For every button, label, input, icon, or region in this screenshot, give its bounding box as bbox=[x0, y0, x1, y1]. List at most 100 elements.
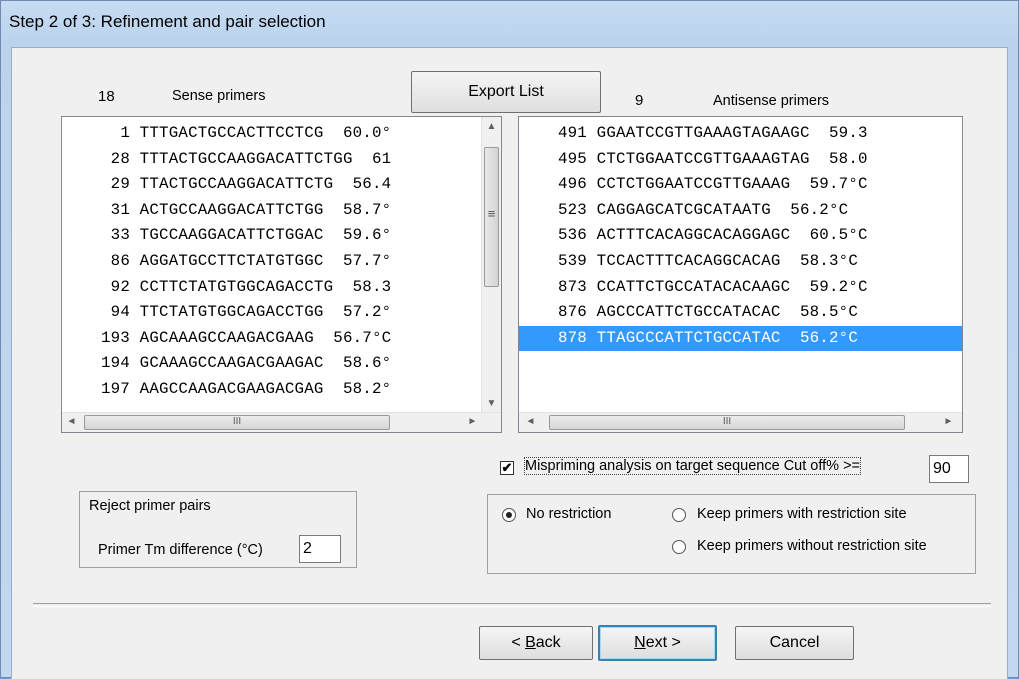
primer-sequence-tm: CAGGAGCATCGCATAATG 56.2°C bbox=[587, 200, 849, 219]
primer-position: 94 bbox=[110, 303, 130, 322]
dialog-window: Step 2 of 3: Refinement and pair selecti… bbox=[0, 0, 1019, 679]
primer-sequence-tm: TTCTATGTGGCAGACCTGG 57.2° bbox=[130, 303, 392, 322]
back-button[interactable]: < Back bbox=[479, 626, 593, 660]
next-button[interactable]: Next > bbox=[598, 625, 717, 661]
antisense-count: 9 bbox=[635, 92, 644, 109]
sense-horizontal-scrollbar[interactable]: ◄ III ► bbox=[62, 412, 501, 432]
sense-primers-list[interactable]: 1 TTTGACTGCCACTTCCTCG 60.0° 28 TTTACTGCCA… bbox=[61, 116, 502, 433]
sense-hscroll-thumb[interactable]: III bbox=[84, 415, 390, 430]
primer-sequence-tm: CCTTCTATGTGGCAGACCTG 58.3 bbox=[130, 277, 392, 296]
primer-sequence-tm: TTTGACTGCCACTTCCTCG 60.0° bbox=[130, 124, 392, 142]
tm-difference-label: Primer Tm difference (°C) bbox=[98, 542, 263, 558]
window-title: Step 2 of 3: Refinement and pair selecti… bbox=[9, 12, 326, 31]
antisense-rows: 491 GGAATCCGTTGAAAGTAGAAGC 59.3 495 CTCTG… bbox=[519, 121, 962, 352]
primer-sequence-tm: CCTCTGGAATCCGTTGAAAG 59.7°C bbox=[587, 175, 868, 194]
keep-with-site-label[interactable]: Keep primers with restriction site bbox=[697, 506, 907, 522]
primer-position: 491 bbox=[557, 124, 587, 142]
antisense-primer-row[interactable]: 873 CCATTCTGCCATACACAAGC 59.2°C bbox=[519, 275, 962, 301]
primer-position: 193 bbox=[100, 328, 130, 347]
scroll-right-arrow-icon[interactable]: ► bbox=[940, 413, 957, 430]
sense-primer-row[interactable]: 31 ACTGCCAAGGACATTCTGG 58.7° bbox=[62, 198, 482, 224]
back-button-label: < Back bbox=[511, 634, 561, 651]
antisense-primer-row[interactable]: 876 AGCCCATTCTGCCATACAC 58.5°C bbox=[519, 300, 962, 326]
primer-sequence-tm: GCAAAGCCAAGACGAAGAC 58.6° bbox=[130, 354, 392, 373]
primer-sequence-tm: GGAATCCGTTGAAAGTAGAAGC 59.3 bbox=[587, 124, 868, 142]
sense-primer-row[interactable]: 193 AGCAAAGCCAAGACGAAG 56.7°C bbox=[62, 326, 482, 352]
tm-difference-input[interactable]: 2 bbox=[299, 535, 341, 563]
antisense-primer-row[interactable]: 496 CCTCTGGAATCCGTTGAAAG 59.7°C bbox=[519, 172, 962, 198]
primer-position: 1 bbox=[120, 124, 130, 142]
check-icon: ✔ bbox=[501, 460, 513, 475]
sense-primer-row[interactable]: 194 GCAAAGCCAAGACGAAGAC 58.6° bbox=[62, 351, 482, 377]
radio-keep-without-site[interactable] bbox=[672, 540, 686, 554]
primer-sequence-tm: AGCCCATTCTGCCATACAC 58.5°C bbox=[587, 303, 859, 322]
scroll-right-arrow-icon[interactable]: ► bbox=[464, 413, 481, 430]
primer-sequence-tm: CCATTCTGCCATACACAAGC 59.2°C bbox=[587, 277, 868, 296]
sense-rows: 1 TTTGACTGCCACTTCCTCG 60.0° 28 TTTACTGCCA… bbox=[62, 121, 482, 403]
primer-sequence-tm: TGCCAAGGACATTCTGGAC 59.6° bbox=[130, 226, 392, 245]
antisense-primer-row[interactable]: 536 ACTTTCACAGGCACAGGAGC 60.5°C bbox=[519, 223, 962, 249]
sense-primer-row[interactable]: 28 TTTACTGCCAAGGACATTCTGG 61 bbox=[62, 147, 482, 173]
primer-position: 495 bbox=[557, 149, 587, 168]
antisense-primers-list[interactable]: 491 GGAATCCGTTGAAAGTAGAAGC 59.3 495 CTCTG… bbox=[518, 116, 963, 433]
next-button-label: Next > bbox=[634, 634, 681, 651]
antisense-horizontal-scrollbar[interactable]: ◄ III ► bbox=[519, 412, 962, 432]
dialog-client-area: 18 Sense primers Export List 9 Antisense… bbox=[11, 47, 1008, 679]
antisense-primer-row[interactable]: 539 TCCACTTTCACAGGCACAG 58.3°C bbox=[519, 249, 962, 275]
keep-without-site-label[interactable]: Keep primers without restriction site bbox=[697, 538, 927, 554]
primer-position: 873 bbox=[557, 277, 587, 296]
radio-no-restriction[interactable] bbox=[502, 508, 516, 522]
radio-keep-with-site[interactable] bbox=[672, 508, 686, 522]
sense-primer-row[interactable]: 197 AAGCCAAGACGAAGACGAG 58.2° bbox=[62, 377, 482, 403]
sense-count: 18 bbox=[98, 88, 115, 105]
primer-position: 29 bbox=[110, 175, 130, 194]
restriction-group: No restriction Keep primers with restric… bbox=[487, 494, 976, 574]
cutoff-input[interactable]: 90 bbox=[929, 455, 969, 483]
antisense-primer-row[interactable]: 495 CTCTGGAATCCGTTGAAAGTAG 58.0 bbox=[519, 147, 962, 173]
antisense-primer-row[interactable]: 878 TTAGCCCATTCTGCCATAC 56.2°C bbox=[519, 325, 962, 352]
primer-position: 194 bbox=[100, 354, 130, 373]
primer-sequence-tm: ACTGCCAAGGACATTCTGG 58.7° bbox=[130, 200, 392, 219]
sense-vertical-scrollbar[interactable]: ▲ ≡ ▼ bbox=[481, 117, 501, 413]
sense-primer-row[interactable]: 86 AGGATGCCTTCTATGTGGC 57.7° bbox=[62, 249, 482, 275]
mispriming-checkbox[interactable]: ✔ bbox=[500, 461, 514, 475]
no-restriction-label[interactable]: No restriction bbox=[526, 506, 611, 522]
primer-sequence-tm: TTAGCCCATTCTGCCATAC 56.2°C bbox=[587, 328, 859, 347]
primer-position: 876 bbox=[557, 303, 587, 322]
primer-sequence-tm: AGCAAAGCCAAGACGAAG 56.7°C bbox=[130, 328, 392, 347]
export-list-button[interactable]: Export List bbox=[411, 71, 601, 113]
antisense-label: Antisense primers bbox=[713, 93, 830, 109]
antisense-primer-row[interactable]: 523 CAGGAGCATCGCATAATG 56.2°C bbox=[519, 198, 962, 224]
scroll-left-arrow-icon[interactable]: ◄ bbox=[63, 413, 80, 430]
primer-position: 536 bbox=[557, 226, 587, 245]
primer-position: 92 bbox=[110, 277, 130, 296]
sense-primer-row[interactable]: 33 TGCCAAGGACATTCTGGAC 59.6° bbox=[62, 223, 482, 249]
sense-scroll-thumb[interactable]: ≡ bbox=[484, 147, 499, 287]
title-bar[interactable]: Step 2 of 3: Refinement and pair selecti… bbox=[1, 1, 1018, 43]
primer-sequence-tm: TCCACTTTCACAGGCACAG 58.3°C bbox=[587, 251, 859, 270]
primer-position: 523 bbox=[557, 200, 587, 219]
antisense-primer-row[interactable]: 491 GGAATCCGTTGAAAGTAGAAGC 59.3 bbox=[519, 121, 962, 147]
primer-position: 28 bbox=[110, 149, 130, 168]
scroll-left-arrow-icon[interactable]: ◄ bbox=[522, 413, 539, 430]
primer-position: 33 bbox=[110, 226, 130, 245]
sense-primer-row[interactable]: 94 TTCTATGTGGCAGACCTGG 57.2° bbox=[62, 300, 482, 326]
mispriming-label[interactable]: Mispriming analysis on target sequence C… bbox=[523, 457, 862, 475]
sense-primer-row[interactable]: 29 TTACTGCCAAGGACATTCTG 56.4 bbox=[62, 172, 482, 198]
primer-sequence-tm: AAGCCAAGACGAAGACGAG 58.2° bbox=[130, 379, 392, 398]
sense-label: Sense primers bbox=[172, 88, 266, 104]
primer-sequence-tm: ACTTTCACAGGCACAGGAGC 60.5°C bbox=[587, 226, 868, 245]
primer-position: 197 bbox=[100, 379, 130, 398]
primer-sequence-tm: CTCTGGAATCCGTTGAAAGTAG 58.0 bbox=[587, 149, 868, 168]
sense-primer-row[interactable]: 92 CCTTCTATGTGGCAGACCTG 58.3 bbox=[62, 275, 482, 301]
primer-position: 496 bbox=[557, 175, 587, 194]
primer-position: 539 bbox=[557, 251, 587, 270]
cancel-button[interactable]: Cancel bbox=[735, 626, 854, 660]
bottom-separator bbox=[33, 603, 991, 607]
sense-primer-row[interactable]: 1 TTTGACTGCCACTTCCTCG 60.0° bbox=[62, 121, 482, 147]
reject-title: Reject primer pairs bbox=[89, 498, 211, 514]
primer-position: 31 bbox=[110, 200, 130, 219]
antisense-hscroll-thumb[interactable]: III bbox=[549, 415, 905, 430]
scroll-up-arrow-icon[interactable]: ▲ bbox=[483, 118, 500, 135]
scroll-down-arrow-icon[interactable]: ▼ bbox=[483, 395, 500, 412]
